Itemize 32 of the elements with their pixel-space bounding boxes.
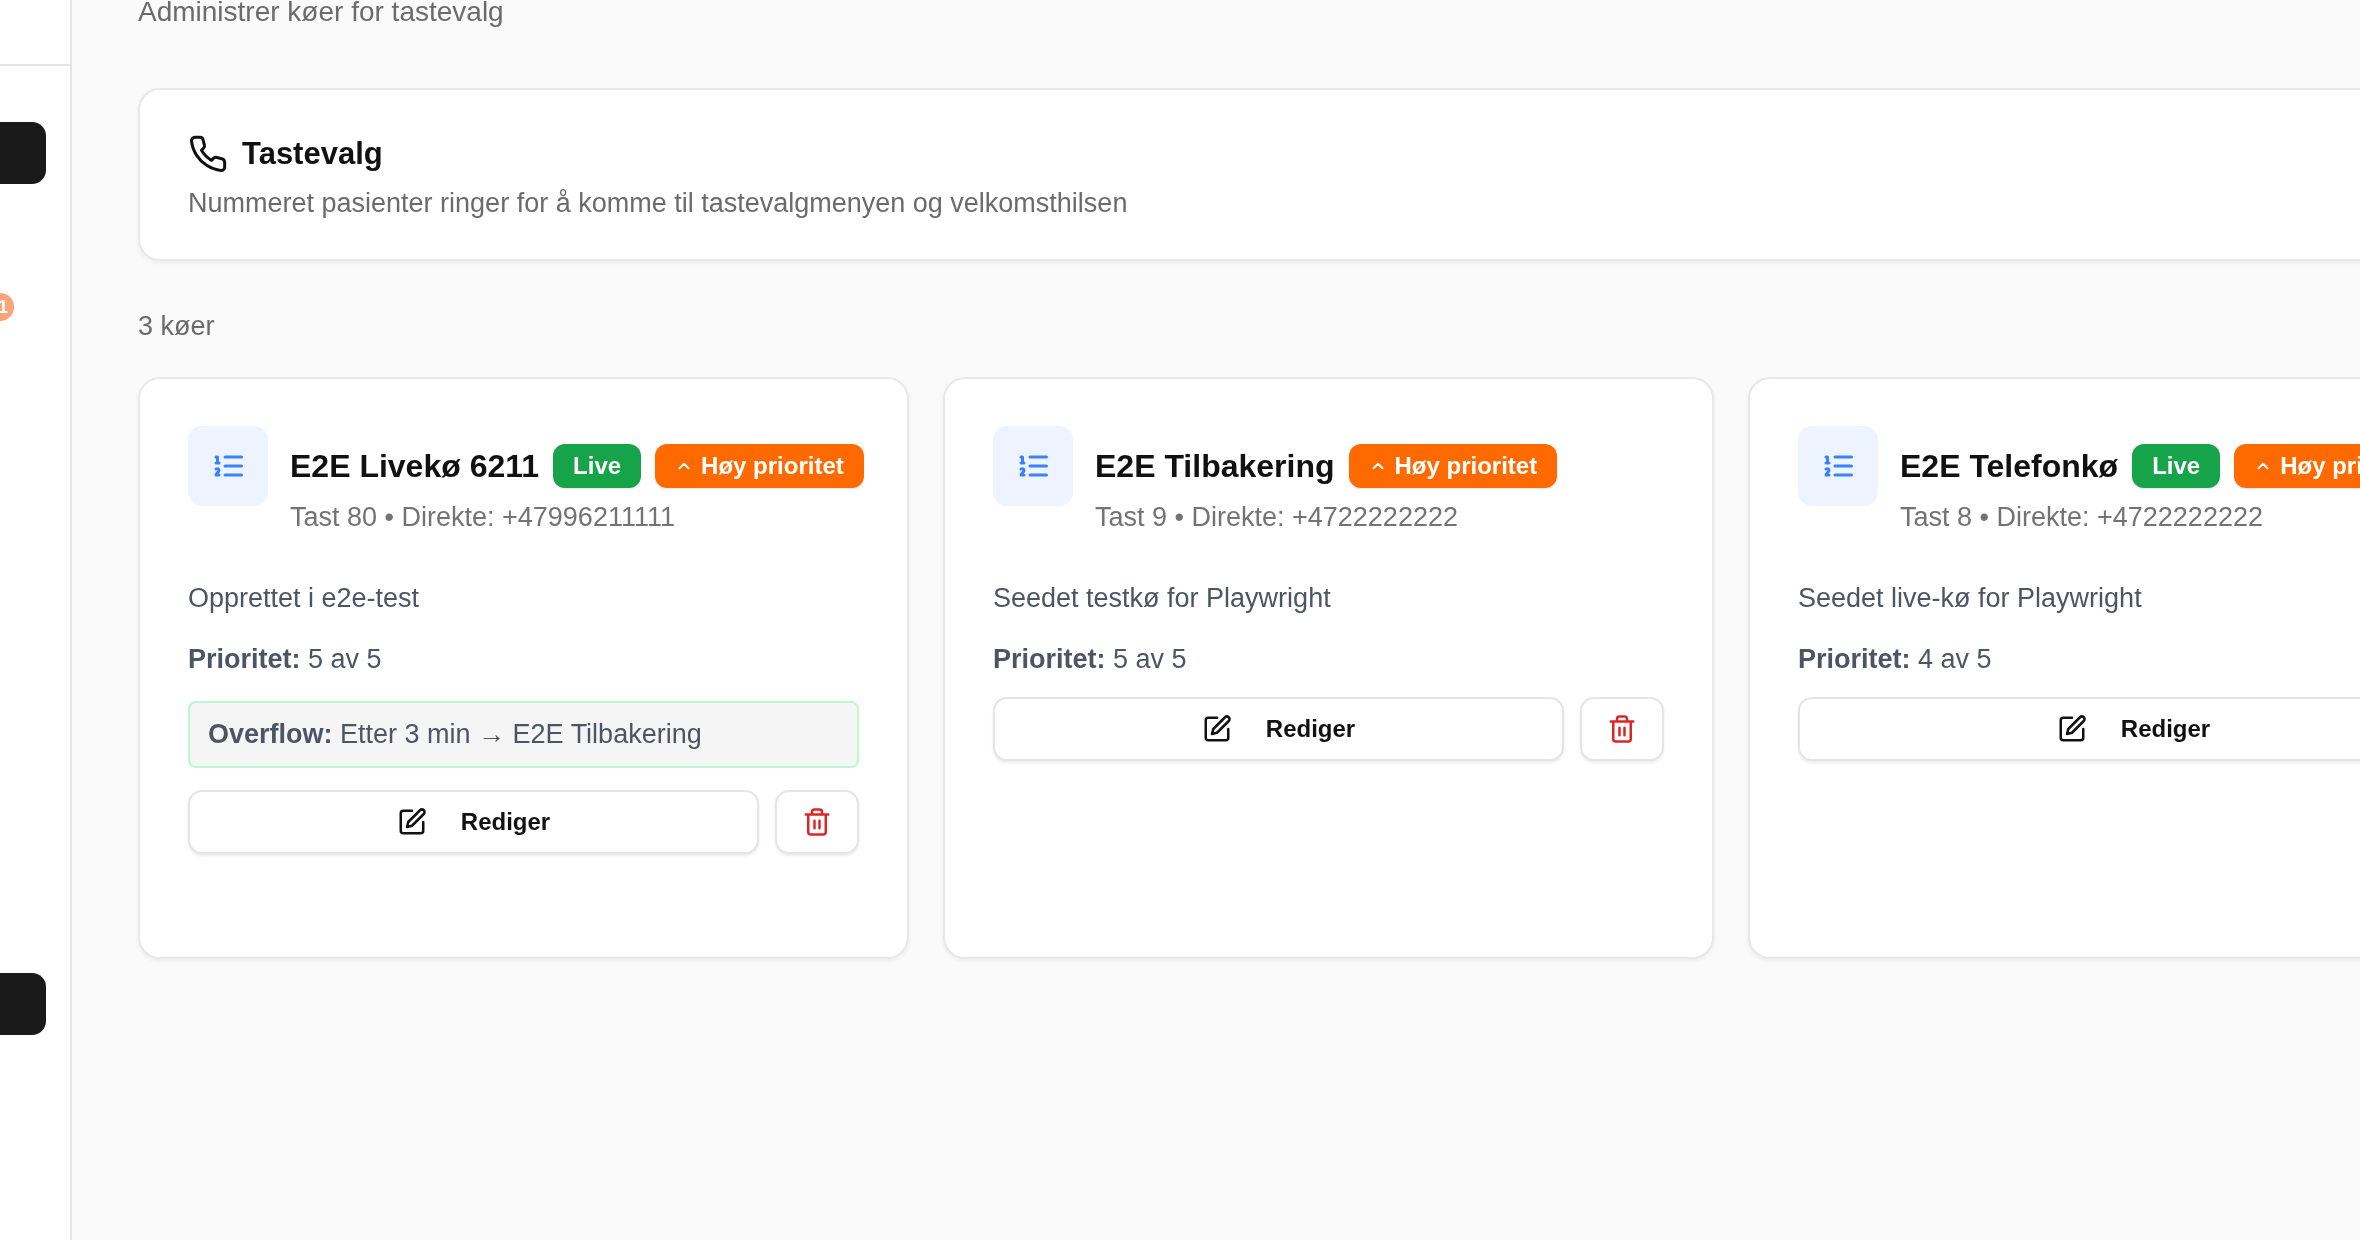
queue-description: Opprettet i e2e-test <box>188 583 421 614</box>
priority-text: Prioritet: 5 av 5 <box>993 644 1188 675</box>
trash-icon <box>802 807 832 837</box>
queue-name: E2E Tilbakering <box>1095 447 1335 485</box>
delete-button[interactable] <box>775 790 859 854</box>
queue-name: E2E Telefonkø <box>1900 447 2119 485</box>
overflow-note: Overflow: Etter 3 min → E2E Tilbakering <box>188 701 859 768</box>
queue-description: Seedet testkø for Playwright <box>993 583 1332 614</box>
live-badge: Live <box>553 444 642 488</box>
phone-icon <box>188 134 228 174</box>
badge-label: Høy prioritet <box>1394 452 1538 480</box>
queue-details: Tast 80 • Direkte: +47996211111 <box>290 502 676 533</box>
queue-name: E2E Livekø 6211 <box>290 447 540 485</box>
live-badge: Live <box>2132 444 2221 488</box>
trash-icon <box>1607 714 1637 744</box>
queue-details: Tast 9 • Direkte: +4722222222 <box>1095 502 1459 533</box>
queue-details: Tast 8 • Direkte: +4722222222 <box>1900 502 2264 533</box>
priority-text: Prioritet: 4 av 5 <box>1798 644 1993 675</box>
edit-button[interactable]: Rediger <box>993 697 1564 761</box>
page-subtitle: Administrer køer for tastevalg <box>138 0 505 26</box>
priority-text: Prioritet: 5 av 5 <box>188 644 383 675</box>
queue-description: Seedet live-kø for Playwright <box>1798 583 2143 614</box>
badge-label: Høy prioritet <box>701 452 844 480</box>
count-badge: 1 <box>0 293 14 321</box>
card-title: Tastevalg <box>242 136 383 172</box>
sidebar-item[interactable] <box>0 122 46 184</box>
sidebar-item[interactable] <box>0 973 46 1035</box>
edit-button[interactable]: Rediger <box>188 790 759 854</box>
delete-button[interactable] <box>1580 697 1664 761</box>
queue-count: 3 køer <box>138 311 216 342</box>
edit-button[interactable]: Rediger <box>1798 697 2360 761</box>
card-description: Nummeret pasienter ringer for å komme til tastevalgmenyen og velkomsthilsen <box>188 188 1129 219</box>
